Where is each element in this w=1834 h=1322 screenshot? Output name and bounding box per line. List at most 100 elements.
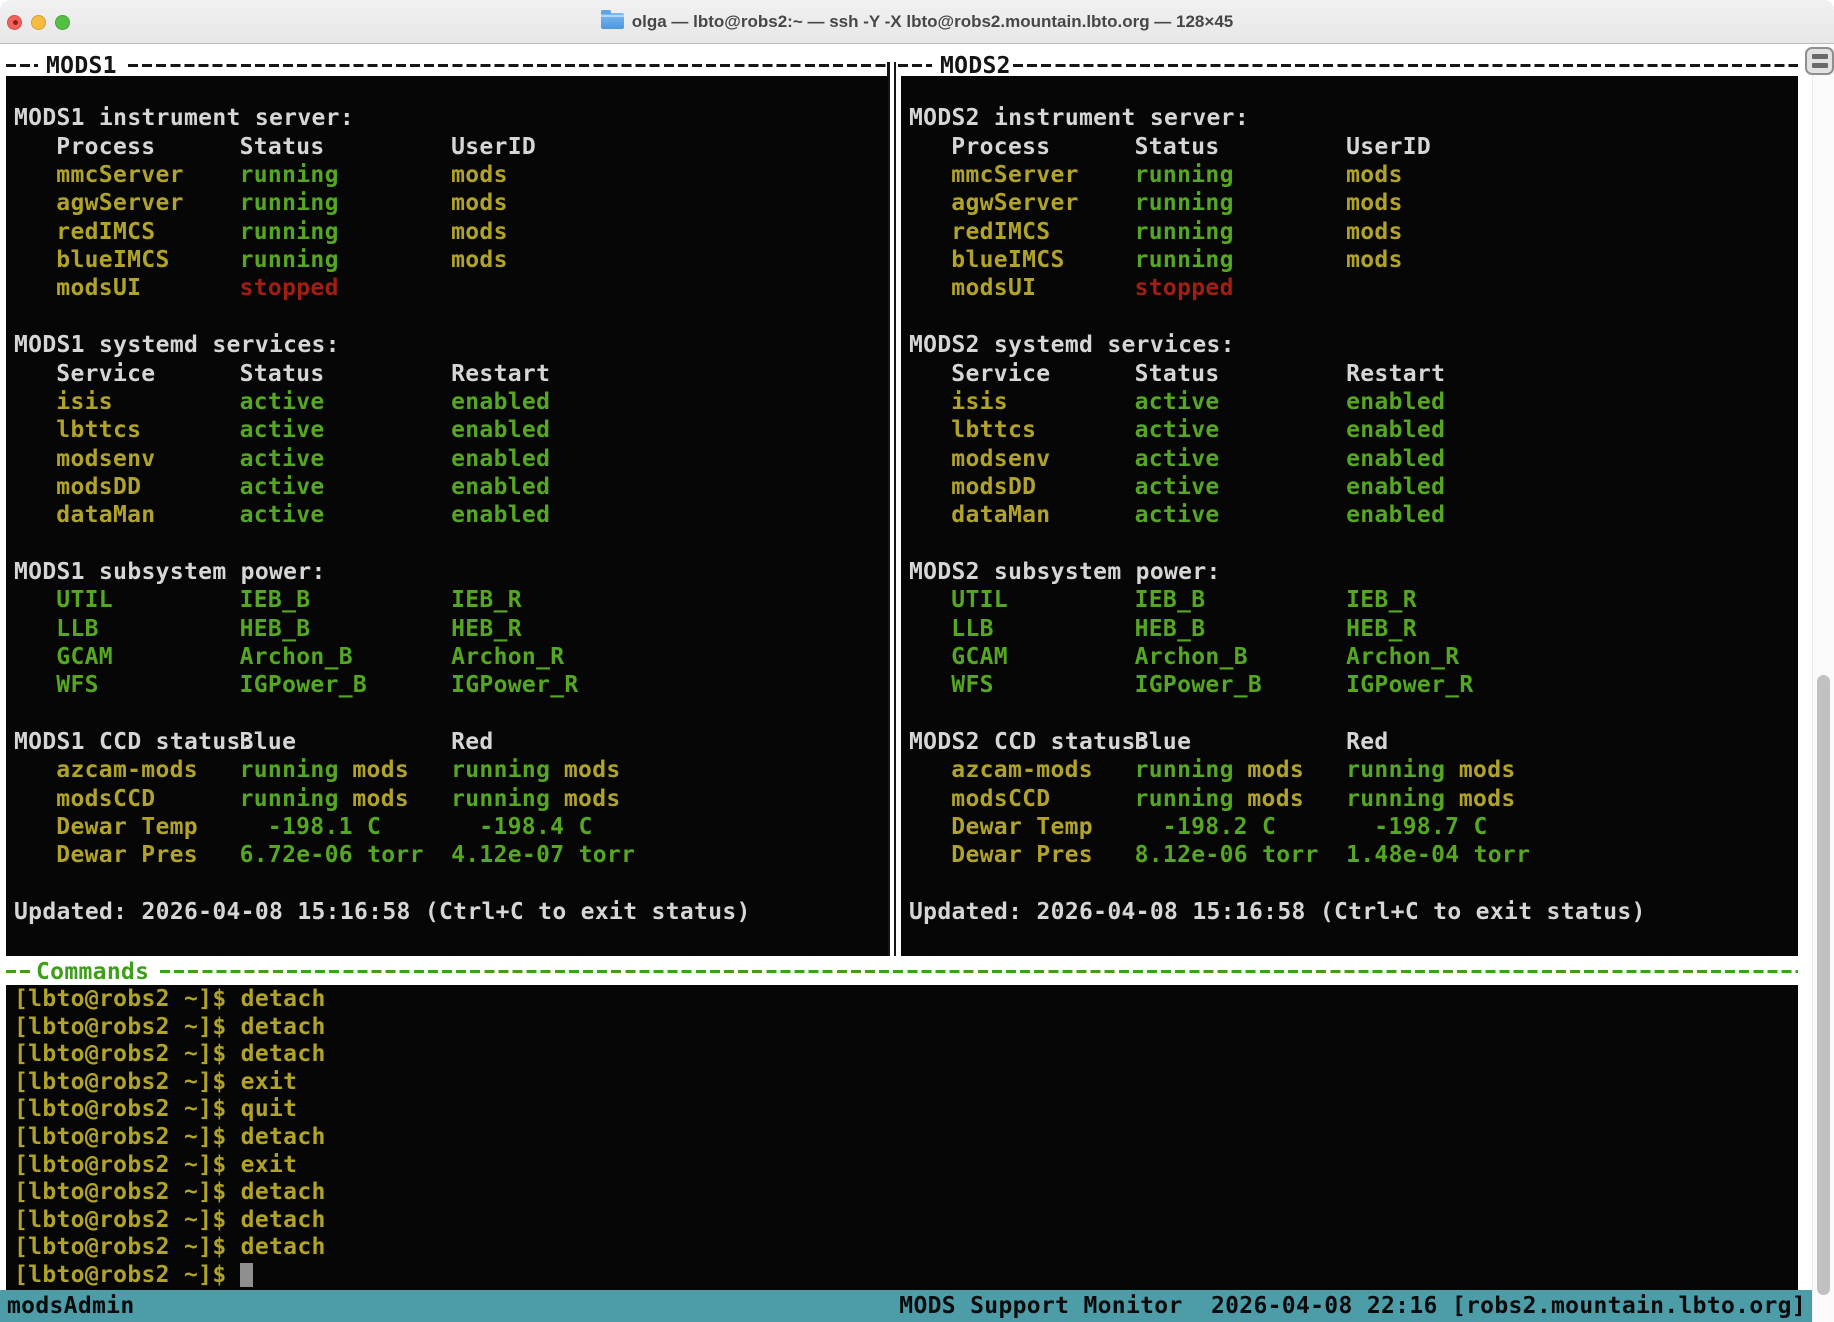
terminal-text: IEB_B: [1135, 586, 1206, 614]
terminal-text: Updated: 2026-04-08 15:16:58 (Ctrl+C to …: [14, 898, 751, 926]
terminal-text: redIMCS: [951, 218, 1050, 246]
terminal-text: running: [240, 756, 339, 784]
terminal-text: mods: [1346, 161, 1403, 189]
split-pane-icon: [1812, 54, 1828, 59]
terminal-text: mmcServer: [56, 161, 184, 189]
terminal-text: mods: [1247, 756, 1304, 784]
terminal-text: running: [1135, 161, 1234, 189]
terminal-text: IGPower_B: [240, 671, 368, 699]
terminal-text: mmcServer: [951, 161, 1079, 189]
minimize-button[interactable]: [31, 15, 46, 30]
terminal-text: mods: [1459, 785, 1516, 813]
terminal-text: mods: [451, 218, 508, 246]
terminal-text: mods: [564, 756, 621, 784]
terminal-text: running: [1135, 246, 1234, 274]
scrollbar-thumb[interactable]: [1817, 675, 1830, 1295]
terminal-text: UserID: [451, 133, 536, 161]
commands-pane[interactable]: [lbto@robs2 ~]$ detach[lbto@robs2 ~]$ de…: [6, 985, 1798, 1290]
terminal-text: IEB_B: [240, 586, 311, 614]
status-monitor-info: MODS Support Monitor 2026-04-08 22:16 [r…: [899, 1291, 1806, 1321]
terminal-text: enabled: [451, 473, 550, 501]
terminal-text: 1.48e-04 torr: [1346, 841, 1530, 869]
terminal-text: active: [240, 388, 325, 416]
close-button[interactable]: [7, 15, 22, 30]
zoom-button[interactable]: [55, 15, 70, 30]
terminal-text: HEB_B: [240, 615, 311, 643]
terminal-text: [lbto@robs2 ~]$ detach: [14, 1040, 326, 1068]
terminal-text: running: [1346, 785, 1445, 813]
terminal-text: agwServer: [951, 189, 1079, 217]
terminal-text: -198.2 C: [1163, 813, 1276, 841]
terminal-text: mods: [451, 246, 508, 274]
terminal-text: active: [240, 473, 325, 501]
terminal-text: MODS2 subsystem power:: [909, 558, 1221, 586]
terminal-text: Dewar Temp: [56, 813, 198, 841]
terminal-text: Dewar Pres: [56, 841, 198, 869]
terminal-text: -198.1 C: [268, 813, 381, 841]
terminal-text: active: [240, 501, 325, 529]
terminal-text: Process: [951, 133, 1050, 161]
terminal-text: enabled: [451, 416, 550, 444]
terminal-text: [lbto@robs2 ~]$ detach: [14, 1233, 326, 1261]
terminal-text: blueIMCS: [56, 246, 169, 274]
terminal-text: modsUI: [951, 274, 1036, 302]
terminal-text: modsenv: [56, 445, 155, 473]
terminal-text: Red: [451, 728, 494, 756]
terminal-text: Blue: [1135, 728, 1192, 756]
terminal-text: IGPower_B: [1135, 671, 1263, 699]
terminal-text: GCAM: [56, 643, 113, 671]
terminal-text: [lbto@robs2 ~]$ detach: [14, 1123, 326, 1151]
status-bar: modsAdmin MODS Support Monitor 2026-04-0…: [0, 1290, 1812, 1322]
pane-border-line: [898, 64, 932, 67]
terminal-text: Status: [240, 360, 325, 388]
terminal-text: active: [240, 445, 325, 473]
terminal-text: [lbto@robs2 ~]$ detach: [14, 985, 326, 1013]
terminal-text: 4.12e-07 torr: [451, 841, 635, 869]
terminal-text: 6.72e-06 torr: [240, 841, 424, 869]
scrollbar-track[interactable]: [1812, 44, 1834, 1322]
terminal-text: GCAM: [951, 643, 1008, 671]
terminal-text: Restart: [1346, 360, 1445, 388]
pane-divider[interactable]: [894, 62, 897, 956]
terminal-text: running: [240, 785, 339, 813]
terminal-text: dataMan: [951, 501, 1050, 529]
terminal-text: running: [451, 785, 550, 813]
split-pane-button[interactable]: [1805, 47, 1834, 75]
terminal-text: lbttcs: [951, 416, 1036, 444]
terminal-text: mods: [352, 756, 409, 784]
terminal-text: Status: [240, 133, 325, 161]
terminal-text: running: [240, 218, 339, 246]
terminal-text: Status: [1135, 360, 1220, 388]
terminal-text: [lbto@robs2 ~]$ exit: [14, 1068, 297, 1096]
pane-border-line: [128, 64, 886, 67]
terminal-text: running: [451, 756, 550, 784]
commands-border-line: [6, 970, 30, 973]
terminal-text: agwServer: [56, 189, 184, 217]
status-session-name: modsAdmin: [7, 1291, 135, 1321]
terminal-text: [lbto@robs2 ~]$ detach: [14, 1013, 326, 1041]
terminal-text: Updated: 2026-04-08 15:16:58 (Ctrl+C to …: [909, 898, 1646, 926]
terminal-text: active: [1135, 388, 1220, 416]
terminal-text: mods: [352, 785, 409, 813]
terminal-text: modsDD: [951, 473, 1036, 501]
terminal-text: HEB_R: [451, 615, 522, 643]
terminal-text: running: [1135, 756, 1234, 784]
terminal-text: Archon_R: [1346, 643, 1459, 671]
split-pane-icon: [1812, 63, 1828, 68]
terminal-text: IGPower_R: [1346, 671, 1474, 699]
terminal-text: enabled: [1346, 501, 1445, 529]
terminal-text: dataMan: [56, 501, 155, 529]
window-title-text: olga — lbto@robs2:~ — ssh -Y -X lbto@rob…: [632, 12, 1233, 31]
terminal-text: Archon_R: [451, 643, 564, 671]
terminal-text: mods: [1346, 218, 1403, 246]
terminal-text: MODS2 instrument server:: [909, 104, 1249, 132]
terminal-text: enabled: [451, 501, 550, 529]
terminal-text: UTIL: [951, 586, 1008, 614]
terminal-text: modsCCD: [951, 785, 1050, 813]
terminal-text: UTIL: [56, 586, 113, 614]
terminal-text: running: [1135, 189, 1234, 217]
terminal-text: 8.12e-06 torr: [1135, 841, 1319, 869]
terminal-text: IGPower_R: [451, 671, 579, 699]
terminal-text: [lbto@robs2 ~]$ exit: [14, 1151, 297, 1179]
terminal-text: running: [240, 189, 339, 217]
